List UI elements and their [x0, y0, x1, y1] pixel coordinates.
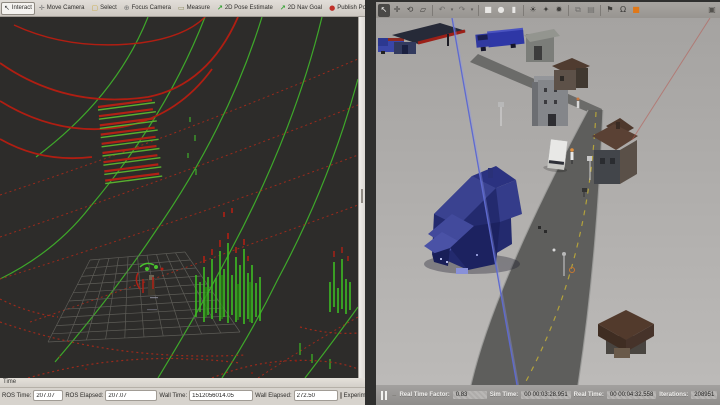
real-time-value: 00 00:04:32.558	[607, 391, 656, 399]
gz-align-button[interactable]: ⚑	[604, 4, 616, 17]
time-panel: Time ROS Time: ROS Elapsed: Wall Time: W…	[0, 378, 365, 405]
select-icon: ▢	[91, 5, 98, 12]
tool-label: Measure	[187, 5, 210, 11]
tool-measure[interactable]: ▭ Measure	[175, 2, 213, 15]
gz-redo-button[interactable]: ↷	[456, 4, 468, 17]
tool-2d-nav-goal[interactable]: ↗ 2D Nav Goal	[277, 2, 325, 15]
tool-move-camera[interactable]: ✛ Move Camera	[36, 2, 88, 15]
experimental-checkbox[interactable]	[340, 392, 342, 399]
rviz-3d-viewport[interactable]	[0, 17, 358, 378]
wall-time-label: Wall Time:	[159, 393, 187, 399]
pedestrian-upper	[577, 98, 580, 109]
pane-splitter[interactable]	[358, 17, 365, 378]
toolbar-separator	[568, 5, 569, 16]
pause-button[interactable]	[379, 391, 389, 400]
gz-insert-box-button[interactable]: ■	[482, 4, 494, 17]
real-time-factor-label: Real Time Factor:	[399, 392, 449, 398]
toolbar-separator	[523, 5, 524, 16]
toolbar-separator	[432, 5, 433, 16]
gz-paste-button[interactable]: ▤	[585, 4, 597, 17]
nav-goal-arrow-icon: ↗	[280, 5, 286, 12]
ros-time-label: ROS Time:	[2, 393, 31, 399]
tool-focus-camera[interactable]: ⊕ Focus Camera	[121, 2, 174, 15]
gz-translate-tool[interactable]: ✛	[391, 4, 403, 17]
gz-snap-button[interactable]: Ω	[617, 4, 629, 17]
tool-label: Select	[100, 5, 117, 11]
real-time-label: Real Time:	[574, 392, 604, 398]
toolbar-separator	[478, 5, 479, 16]
rviz-toolbar: ↖ Interact ✛ Move Camera ▢ Select ⊕ Focu…	[0, 0, 365, 17]
gz-directional-light-button[interactable]: ✹	[553, 4, 565, 17]
time-panel-fields: ROS Time: ROS Elapsed: Wall Time: Wall E…	[0, 388, 365, 401]
gazebo-toolbar: ↖ ✛ ⟲ ▱ ↶ ▾ ↷ ▾ ■ ● ▮ ☀ ✦ ✹ ⧉ ▤ ⚑ Ω ■ ▣	[376, 2, 720, 18]
wall-elapsed-field[interactable]	[294, 390, 338, 401]
gz-copy-button[interactable]: ⧉	[572, 4, 584, 17]
publish-point-icon: ●	[329, 5, 335, 12]
toolbar-separator	[600, 5, 601, 16]
ros-time-field[interactable]	[33, 390, 63, 401]
tool-2d-pose-estimate[interactable]: ↗ 2D Pose Estimate	[214, 2, 276, 15]
pause-bar-icon	[385, 391, 387, 400]
wall-time-field[interactable]	[189, 390, 253, 401]
tool-label: Focus Camera	[132, 5, 171, 11]
tool-publish-point[interactable]: ● Publish Point	[326, 2, 365, 15]
tool-label: 2D Pose Estimate	[225, 5, 273, 11]
gz-redo-menu-button[interactable]: ▾	[469, 4, 475, 17]
step-button[interactable]: ‒	[392, 391, 396, 399]
dual-pane-desktop: ↖ Interact ✛ Move Camera ▢ Select ⊕ Focu…	[0, 0, 720, 405]
gz-insert-cylinder-button[interactable]: ▮	[508, 4, 520, 17]
move-camera-icon: ✛	[39, 5, 45, 12]
interact-icon: ↖	[4, 5, 10, 12]
gz-scale-tool[interactable]: ▱	[417, 4, 429, 17]
sim-time-label: Sim Time:	[490, 392, 519, 398]
rviz-window: ↖ Interact ✛ Move Camera ▢ Select ⊕ Focu…	[0, 0, 365, 405]
sim-time-value: 00 00:03:28.951	[521, 391, 570, 399]
gz-select-tool[interactable]: ↖	[378, 4, 390, 17]
real-time-factor-value: 0.83	[453, 391, 487, 399]
wall-elapsed-label: Wall Elapsed:	[255, 393, 291, 399]
iterations-label: Iterations:	[659, 392, 688, 398]
tool-label: Move Camera	[47, 5, 85, 11]
focus-camera-icon: ⊕	[124, 5, 130, 12]
gz-rotate-tool[interactable]: ⟲	[404, 4, 416, 17]
tool-label: Interact	[12, 5, 32, 11]
experimental-label: Experimental	[344, 393, 365, 399]
gazebo-window: ↖ ✛ ⟲ ▱ ↶ ▾ ↷ ▾ ■ ● ▮ ☀ ✦ ✹ ⧉ ▤ ⚑ Ω ■ ▣	[365, 0, 720, 405]
gazebo-status-bar: ‒ Real Time Factor: 0.83 Sim Time: 00 00…	[376, 385, 720, 405]
gz-undo-menu-button[interactable]: ▾	[449, 4, 455, 17]
gz-point-light-button[interactable]: ☀	[527, 4, 539, 17]
ros-elapsed-label: ROS Elapsed:	[65, 393, 103, 399]
iterations-value: 208951	[691, 391, 717, 399]
pause-bar-icon	[381, 391, 383, 400]
gz-building-editor-button[interactable]: ■	[630, 4, 642, 17]
gz-spot-light-button[interactable]: ✦	[540, 4, 552, 17]
gazebo-3d-viewport[interactable]	[376, 18, 720, 385]
splitter-grip-icon	[361, 189, 363, 203]
gz-screenshot-button[interactable]: ▣	[706, 4, 718, 17]
tool-label: 2D Nav Goal	[288, 5, 322, 11]
gz-undo-button[interactable]: ↶	[436, 4, 448, 17]
pose-estimate-arrow-icon: ↗	[217, 5, 223, 12]
time-panel-title: Time	[0, 378, 365, 388]
gz-insert-sphere-button[interactable]: ●	[495, 4, 507, 17]
measure-icon: ▭	[178, 5, 185, 12]
tool-label: Publish Point	[337, 5, 365, 11]
ros-elapsed-field[interactable]	[105, 390, 157, 401]
tool-interact[interactable]: ↖ Interact	[1, 2, 35, 15]
tool-select[interactable]: ▢ Select	[88, 2, 119, 15]
